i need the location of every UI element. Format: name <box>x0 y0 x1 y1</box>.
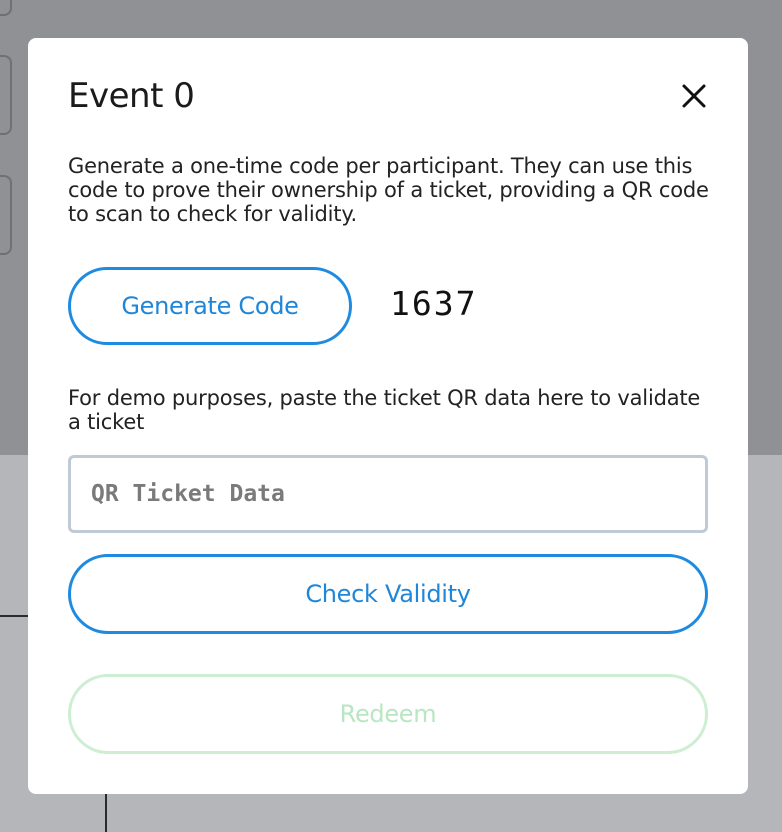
qr-ticket-data-input[interactable] <box>68 455 708 533</box>
background-card <box>0 55 12 135</box>
modal-description: Generate a one-time code per participant… <box>68 154 709 226</box>
close-icon <box>682 84 706 108</box>
event-modal: Event 0 Generate a one-time code per par… <box>28 38 748 794</box>
check-validity-button[interactable]: Check Validity <box>68 554 708 634</box>
background-divider <box>105 793 107 832</box>
generated-code: 1637 <box>390 284 478 323</box>
demo-hint: For demo purposes, paste the ticket QR d… <box>68 386 701 434</box>
modal-title: Event 0 <box>68 76 195 116</box>
close-button[interactable] <box>676 78 712 114</box>
background-card <box>0 175 12 255</box>
redeem-button[interactable]: Redeem <box>68 674 708 754</box>
background-divider <box>0 615 30 617</box>
generate-code-button[interactable]: Generate Code <box>68 267 352 345</box>
